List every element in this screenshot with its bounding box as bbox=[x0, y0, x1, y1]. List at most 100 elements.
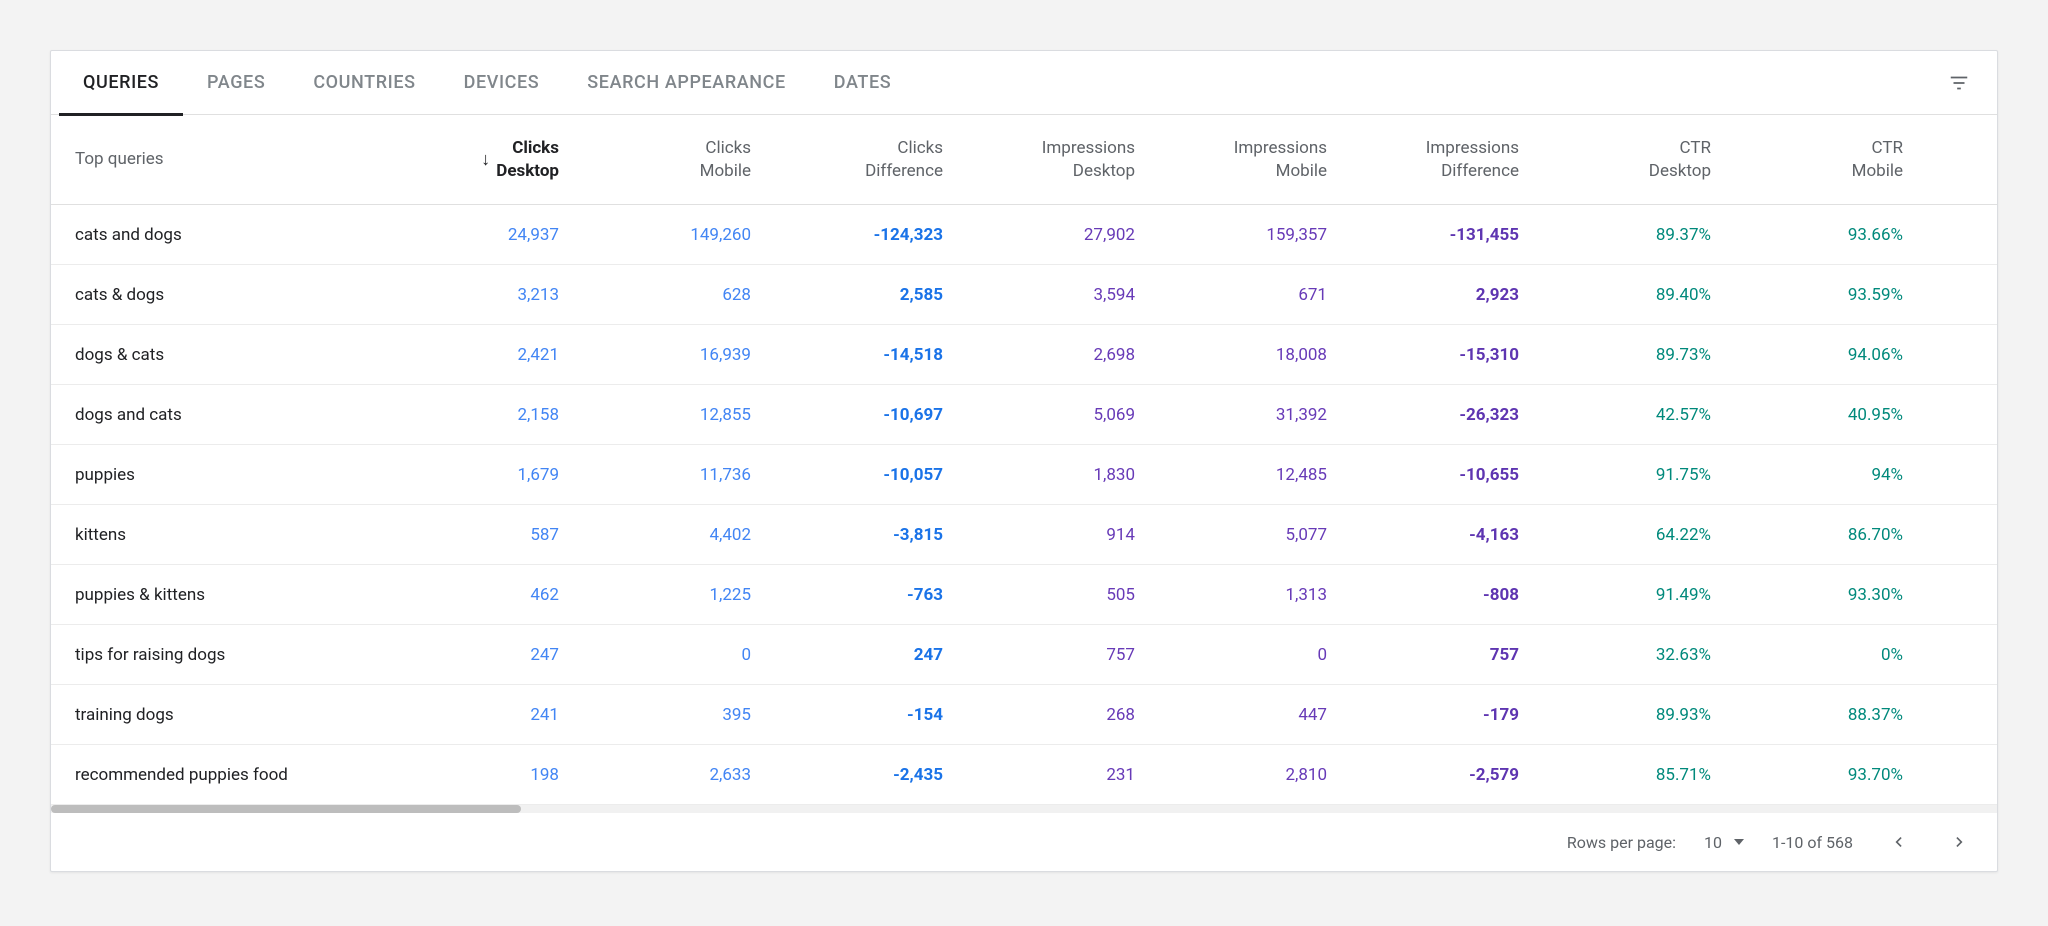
cell-clicks-diff: 2,585 bbox=[775, 265, 967, 325]
cell-clicks-desktop: 241 bbox=[391, 685, 583, 745]
table-row[interactable]: tips for raising dogs2470247757075732.63… bbox=[51, 625, 1997, 685]
cell-clicks-mobile: 628 bbox=[583, 265, 775, 325]
tab-devices[interactable]: DEVICES bbox=[440, 50, 564, 115]
cell-query[interactable]: recommended puppies food bbox=[51, 745, 391, 805]
cell-ctr-desktop: 89.73% bbox=[1543, 325, 1735, 385]
col-top-queries[interactable]: Top queries bbox=[51, 115, 391, 205]
queries-table: Top queries ↓ ClicksDesktop ClicksMobile… bbox=[51, 115, 1997, 805]
prev-page-button[interactable] bbox=[1881, 825, 1915, 859]
table-row[interactable]: cats & dogs3,2136282,5853,5946712,92389.… bbox=[51, 265, 1997, 325]
cell-clicks-mobile: 149,260 bbox=[583, 205, 775, 265]
cell-clicks-desktop: 587 bbox=[391, 505, 583, 565]
cell-impr-mobile: 5,077 bbox=[1159, 505, 1351, 565]
cell-impr-desktop: 268 bbox=[967, 685, 1159, 745]
cell-impr-diff: -4,163 bbox=[1351, 505, 1543, 565]
cell-impr-desktop: 2,698 bbox=[967, 325, 1159, 385]
tab-queries[interactable]: QUERIES bbox=[59, 50, 183, 115]
cell-impr-diff: -179 bbox=[1351, 685, 1543, 745]
cell-ctr-mobile: 0% bbox=[1735, 625, 1927, 685]
cell-clicks-mobile: 4,402 bbox=[583, 505, 775, 565]
tab-pages[interactable]: PAGES bbox=[183, 50, 289, 115]
col-ctr-mobile[interactable]: CTRMobile bbox=[1735, 115, 1927, 205]
cell-clicks-mobile: 1,225 bbox=[583, 565, 775, 625]
cell-impr-desktop: 5,069 bbox=[967, 385, 1159, 445]
cell-ctr-diff: 32.6 bbox=[1927, 625, 1997, 685]
cell-clicks-mobile: 16,939 bbox=[583, 325, 775, 385]
cell-ctr-mobile: 40.95% bbox=[1735, 385, 1927, 445]
cell-impr-diff: -2,579 bbox=[1351, 745, 1543, 805]
cell-ctr-desktop: 85.71% bbox=[1543, 745, 1735, 805]
tab-countries[interactable]: COUNTRIES bbox=[289, 50, 439, 115]
cell-query[interactable]: puppies & kittens bbox=[51, 565, 391, 625]
rows-per-page-value: 10 bbox=[1704, 833, 1722, 852]
col-ctr-diff[interactable]: CTRDifference bbox=[1927, 115, 1997, 205]
cell-clicks-desktop: 1,679 bbox=[391, 445, 583, 505]
horizontal-scrollbar[interactable] bbox=[51, 805, 1997, 813]
next-page-button[interactable] bbox=[1943, 825, 1977, 859]
col-clicks-mobile[interactable]: ClicksMobile bbox=[583, 115, 775, 205]
cell-clicks-diff: -124,323 bbox=[775, 205, 967, 265]
table-row[interactable]: puppies & kittens4621,225-7635051,313-80… bbox=[51, 565, 1997, 625]
table-row[interactable]: cats and dogs24,937149,260-124,32327,902… bbox=[51, 205, 1997, 265]
cell-impr-diff: -10,655 bbox=[1351, 445, 1543, 505]
cell-impr-desktop: 757 bbox=[967, 625, 1159, 685]
cell-ctr-diff: -4.2 bbox=[1927, 265, 1997, 325]
tab-search-appearance[interactable]: SEARCH APPEARANCE bbox=[563, 50, 810, 115]
col-impr-diff[interactable]: ImpressionsDifference bbox=[1351, 115, 1543, 205]
cell-ctr-mobile: 94.06% bbox=[1735, 325, 1927, 385]
cell-query[interactable]: dogs and cats bbox=[51, 385, 391, 445]
col-impr-desktop[interactable]: ImpressionsDesktop bbox=[967, 115, 1159, 205]
col-clicks-diff[interactable]: ClicksDifference bbox=[775, 115, 967, 205]
col-ctr-desktop[interactable]: CTRDesktop bbox=[1543, 115, 1735, 205]
cell-impr-mobile: 12,485 bbox=[1159, 445, 1351, 505]
cell-impr-mobile: 447 bbox=[1159, 685, 1351, 745]
table-row[interactable]: puppies1,67911,736-10,0571,83012,485-10,… bbox=[51, 445, 1997, 505]
table-row[interactable]: kittens5874,402-3,8159145,077-4,16364.22… bbox=[51, 505, 1997, 565]
cell-impr-desktop: 505 bbox=[967, 565, 1159, 625]
rows-per-page-label: Rows per page: bbox=[1567, 833, 1676, 852]
cell-ctr-diff: -2.3 bbox=[1927, 445, 1997, 505]
cell-clicks-mobile: 12,855 bbox=[583, 385, 775, 445]
cell-impr-diff: 757 bbox=[1351, 625, 1543, 685]
cell-query[interactable]: puppies bbox=[51, 445, 391, 505]
cell-impr-diff: 2,923 bbox=[1351, 265, 1543, 325]
table-row[interactable]: recommended puppies food1982,633-2,43523… bbox=[51, 745, 1997, 805]
cell-ctr-desktop: 32.63% bbox=[1543, 625, 1735, 685]
col-clicks-desktop[interactable]: ↓ ClicksDesktop bbox=[391, 115, 583, 205]
cell-impr-diff: -15,310 bbox=[1351, 325, 1543, 385]
cell-clicks-mobile: 395 bbox=[583, 685, 775, 745]
table-row[interactable]: dogs and cats2,15812,855-10,6975,06931,3… bbox=[51, 385, 1997, 445]
cell-impr-desktop: 1,830 bbox=[967, 445, 1159, 505]
rows-per-page-select[interactable]: 10 bbox=[1704, 833, 1744, 852]
filter-icon[interactable] bbox=[1947, 71, 1971, 95]
table-row[interactable]: training dogs241395-154268447-17989.93%8… bbox=[51, 685, 1997, 745]
cell-clicks-desktop: 462 bbox=[391, 565, 583, 625]
cell-impr-mobile: 159,357 bbox=[1159, 205, 1351, 265]
sort-desc-icon: ↓ bbox=[481, 151, 490, 169]
cell-query[interactable]: tips for raising dogs bbox=[51, 625, 391, 685]
cell-ctr-diff: -1.8 bbox=[1927, 565, 1997, 625]
cell-ctr-desktop: 89.37% bbox=[1543, 205, 1735, 265]
cell-impr-desktop: 231 bbox=[967, 745, 1159, 805]
tab-dates[interactable]: DATES bbox=[810, 50, 915, 115]
cell-impr-mobile: 31,392 bbox=[1159, 385, 1351, 445]
cell-ctr-mobile: 93.30% bbox=[1735, 565, 1927, 625]
cell-ctr-mobile: 86.70% bbox=[1735, 505, 1927, 565]
cell-clicks-diff: -763 bbox=[775, 565, 967, 625]
cell-query[interactable]: kittens bbox=[51, 505, 391, 565]
cell-ctr-diff: 1.6 bbox=[1927, 385, 1997, 445]
table-row[interactable]: dogs & cats2,42116,939-14,5182,69818,008… bbox=[51, 325, 1997, 385]
cell-ctr-diff: -4.3 bbox=[1927, 325, 1997, 385]
cell-impr-mobile: 2,810 bbox=[1159, 745, 1351, 805]
table-container: Top queries ↓ ClicksDesktop ClicksMobile… bbox=[51, 115, 1997, 805]
col-impr-mobile[interactable]: ImpressionsMobile bbox=[1159, 115, 1351, 205]
cell-query[interactable]: training dogs bbox=[51, 685, 391, 745]
cell-query[interactable]: cats & dogs bbox=[51, 265, 391, 325]
scrollbar-thumb[interactable] bbox=[51, 805, 521, 813]
cell-impr-desktop: 27,902 bbox=[967, 205, 1159, 265]
cell-clicks-diff: 247 bbox=[775, 625, 967, 685]
cell-query[interactable]: cats and dogs bbox=[51, 205, 391, 265]
chevron-down-icon bbox=[1734, 839, 1744, 845]
cell-impr-mobile: 1,313 bbox=[1159, 565, 1351, 625]
cell-query[interactable]: dogs & cats bbox=[51, 325, 391, 385]
